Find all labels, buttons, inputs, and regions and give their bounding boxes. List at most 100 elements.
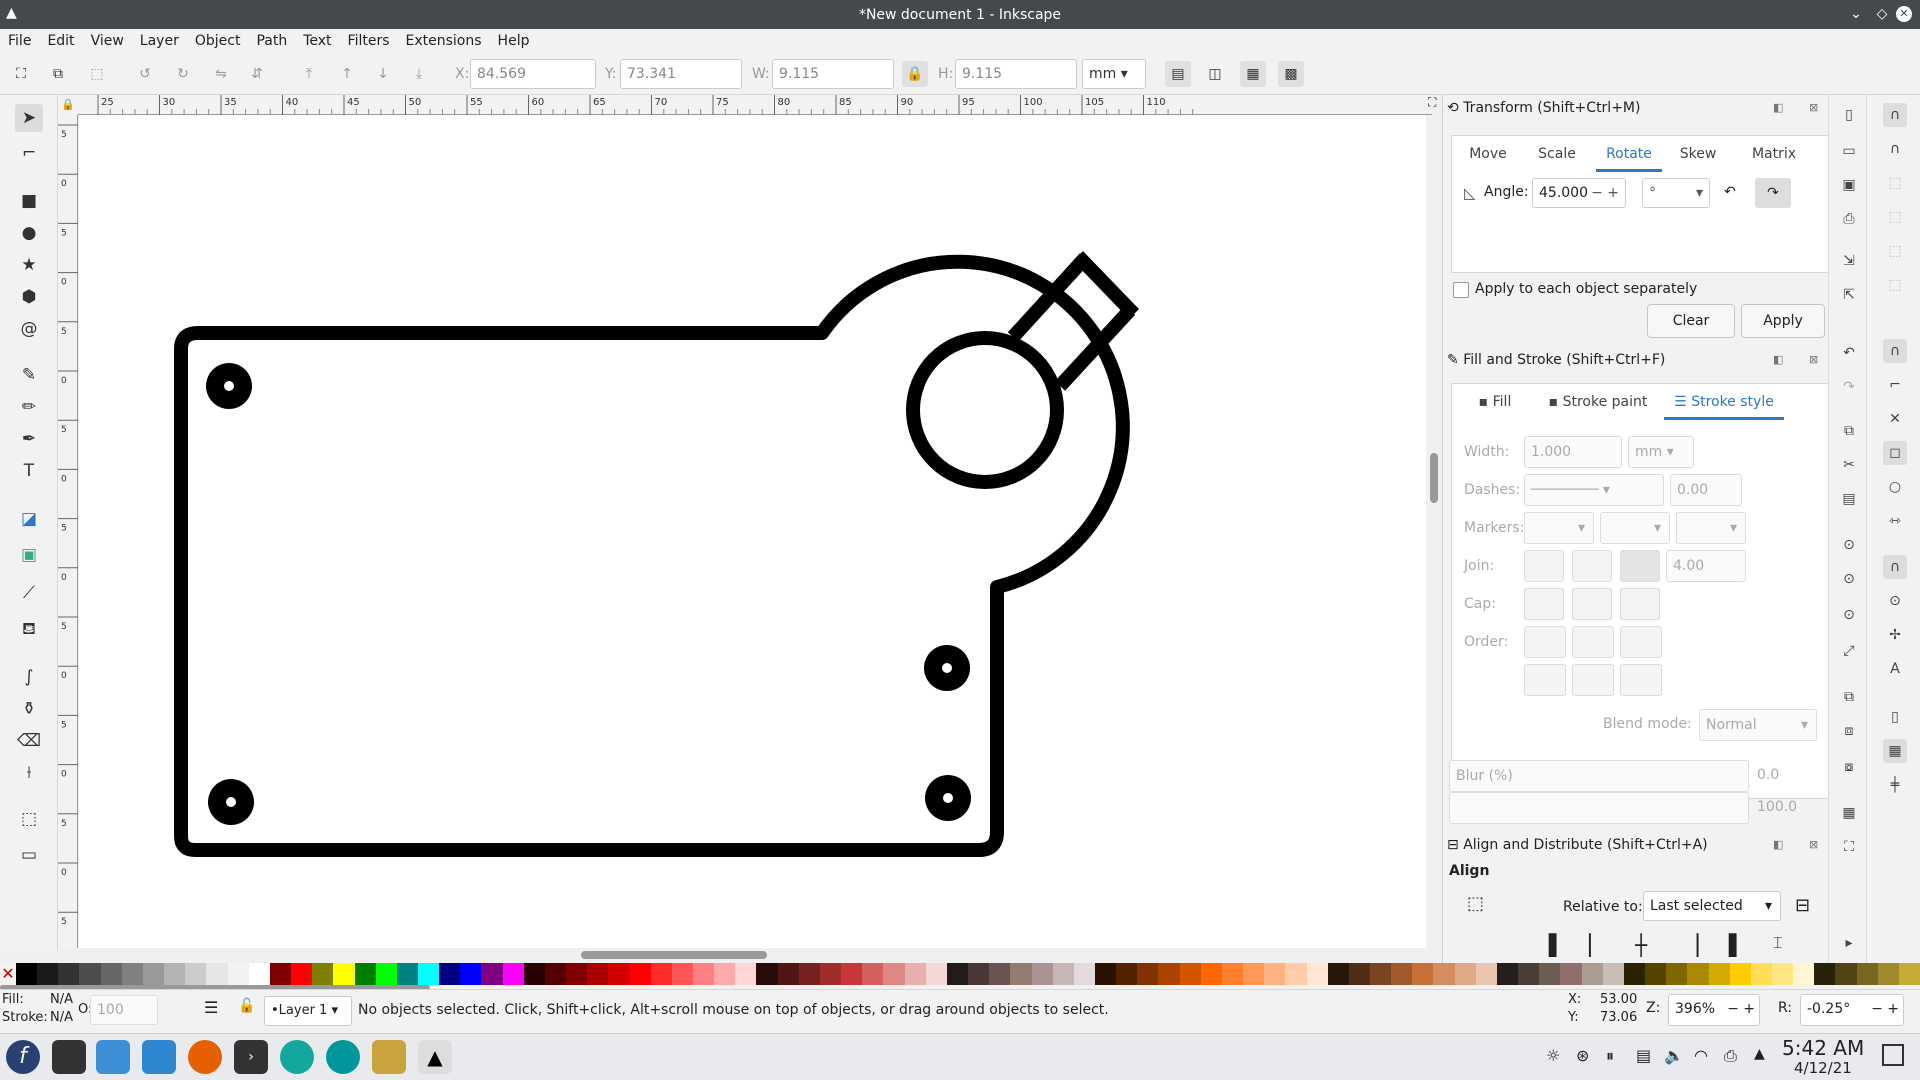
relative-to-select[interactable]: Last selected ▾: [1643, 891, 1781, 921]
paste-icon[interactable]: ▤: [1839, 491, 1859, 511]
blur-slider[interactable]: Blur (%): [1449, 760, 1749, 792]
menu-view[interactable]: View: [83, 33, 132, 49]
snap-text-baseline-icon[interactable]: A: [1883, 657, 1907, 681]
menu-help[interactable]: Help: [490, 33, 538, 49]
color-swatch[interactable]: [58, 963, 80, 985]
spiral-tool-icon[interactable]: @: [15, 315, 43, 343]
no-paint-swatch[interactable]: ✕: [0, 963, 16, 985]
order-button-4[interactable]: [1524, 664, 1566, 696]
menu-extensions[interactable]: Extensions: [398, 33, 490, 49]
color-swatch[interactable]: [142, 963, 165, 985]
unit-select[interactable]: mm ▾: [1082, 59, 1146, 89]
snap-nodes-icon[interactable]: ∩: [1883, 339, 1907, 363]
minimize-icon[interactable]: ⌄: [1846, 4, 1866, 24]
group-icon[interactable]: ▦: [1839, 805, 1859, 825]
snap-bbox-icon[interactable]: ∩: [1883, 137, 1907, 161]
snap-intersections-icon[interactable]: ✕: [1883, 407, 1907, 431]
order-button-3[interactable]: [1620, 626, 1662, 658]
opacity-slider[interactable]: [1449, 792, 1749, 824]
zoom-fit-icon[interactable]: ⛶: [1428, 95, 1442, 115]
ellipse-tool-icon[interactable]: ●: [15, 219, 43, 247]
undo-icon[interactable]: ↶: [1839, 345, 1859, 365]
color-swatch[interactable]: [925, 963, 947, 985]
color-swatch[interactable]: [693, 963, 715, 985]
menu-path[interactable]: Path: [248, 33, 295, 49]
volume-icon[interactable]: 🔈: [1664, 1046, 1684, 1065]
blend-mode-select[interactable]: Normal ▾: [1699, 709, 1817, 741]
color-swatch[interactable]: [1179, 963, 1201, 985]
raise-to-top-icon[interactable]: ⤒: [296, 61, 322, 87]
color-swatch[interactable]: [1496, 963, 1519, 985]
lock-ratio-icon[interactable]: 🔒: [902, 61, 928, 87]
system-settings-icon[interactable]: [52, 1040, 86, 1074]
color-swatch[interactable]: [1285, 963, 1307, 985]
angle-field[interactable]: 45.000− +: [1532, 178, 1626, 208]
join-miter-button[interactable]: [1524, 550, 1564, 582]
menu-file[interactable]: File: [0, 33, 39, 49]
color-swatch[interactable]: [1010, 963, 1032, 985]
color-swatch[interactable]: [756, 963, 778, 985]
scale-corners-icon[interactable]: ◫: [1202, 61, 1228, 87]
transform-detach-icon[interactable]: ◧: [1773, 101, 1783, 114]
import-icon[interactable]: ⇲: [1839, 253, 1859, 273]
color-swatch[interactable]: [883, 963, 905, 985]
vertical-scrollbar[interactable]: [1426, 115, 1442, 948]
color-swatch[interactable]: [1370, 963, 1392, 985]
opacity-field[interactable]: 100: [90, 995, 158, 1025]
lower-icon[interactable]: ↓: [370, 61, 396, 87]
color-swatch[interactable]: [248, 963, 270, 985]
color-swatch[interactable]: [1243, 963, 1265, 985]
y-field[interactable]: 73.341: [620, 59, 742, 89]
color-swatch[interactable]: [1094, 963, 1117, 985]
apply-each-checkbox[interactable]: [1453, 282, 1469, 298]
color-swatch[interactable]: [1158, 963, 1180, 985]
snap-enable-icon[interactable]: ∩: [1883, 103, 1907, 127]
rotate-cw-icon[interactable]: ↻: [170, 61, 196, 87]
cap-butt-button[interactable]: [1524, 588, 1564, 620]
color-swatch[interactable]: [164, 963, 186, 985]
tray-expand-icon[interactable]: ▲: [1754, 1046, 1765, 1062]
color-swatch[interactable]: [587, 963, 609, 985]
duplicate-icon[interactable]: ⧉: [1839, 689, 1859, 709]
maximize-icon[interactable]: ◇: [1872, 4, 1892, 24]
zoom-selection-icon[interactable]: ⊙: [1839, 537, 1859, 557]
software-center-icon[interactable]: [142, 1040, 176, 1074]
color-swatch[interactable]: [16, 963, 38, 985]
color-swatch[interactable]: [566, 963, 588, 985]
join-bevel-button[interactable]: [1620, 550, 1660, 582]
snap-cusp-nodes-icon[interactable]: ◻: [1883, 441, 1907, 465]
color-swatch[interactable]: [100, 963, 122, 985]
tab-stroke-paint[interactable]: ▪ Stroke paint: [1538, 384, 1658, 420]
align-left-edges-icon[interactable]: ▏: [1589, 933, 1604, 957]
mount-hole[interactable]: [925, 775, 971, 821]
treat-as-group-icon[interactable]: ⬚: [1467, 893, 1484, 914]
color-swatch[interactable]: [1666, 963, 1688, 985]
color-swatch[interactable]: [1814, 963, 1836, 985]
order-button-2[interactable]: [1572, 626, 1614, 658]
color-swatch[interactable]: [1687, 963, 1709, 985]
move-selection-icon[interactable]: ⊟: [1795, 895, 1810, 916]
snap-line-midpoints-icon[interactable]: ⇿: [1883, 509, 1907, 533]
printer-icon[interactable]: ⎙: [1724, 1046, 1737, 1066]
color-swatch[interactable]: [417, 963, 440, 985]
order-button-1[interactable]: [1524, 626, 1566, 658]
tab-fill[interactable]: ▪ Fill: [1460, 384, 1530, 420]
color-swatch[interactable]: [1116, 963, 1138, 985]
color-swatch[interactable]: [185, 963, 207, 985]
color-swatch[interactable]: [862, 963, 884, 985]
layer-lock-icon[interactable]: 🔓: [238, 998, 255, 1014]
snap-smooth-nodes-icon[interactable]: ○: [1883, 475, 1907, 499]
cap-round-button[interactable]: [1572, 588, 1612, 620]
color-swatch[interactable]: [544, 963, 567, 985]
mid-marker-select[interactable]: ▾: [1600, 512, 1670, 544]
export-icon[interactable]: ⇱: [1839, 287, 1859, 307]
menu-text[interactable]: Text: [295, 33, 339, 49]
snap-bbox-corners-icon[interactable]: ⬚: [1883, 205, 1907, 229]
hub-ring[interactable]: [906, 331, 1064, 489]
zoom-width-icon[interactable]: ⤢: [1839, 643, 1859, 663]
color-swatch[interactable]: [1898, 963, 1920, 985]
new-document-icon[interactable]: ▯: [1839, 107, 1859, 127]
connector-tool-icon[interactable]: ⟊: [15, 759, 43, 787]
color-swatch[interactable]: [1793, 963, 1815, 985]
color-swatch[interactable]: [1560, 963, 1582, 985]
